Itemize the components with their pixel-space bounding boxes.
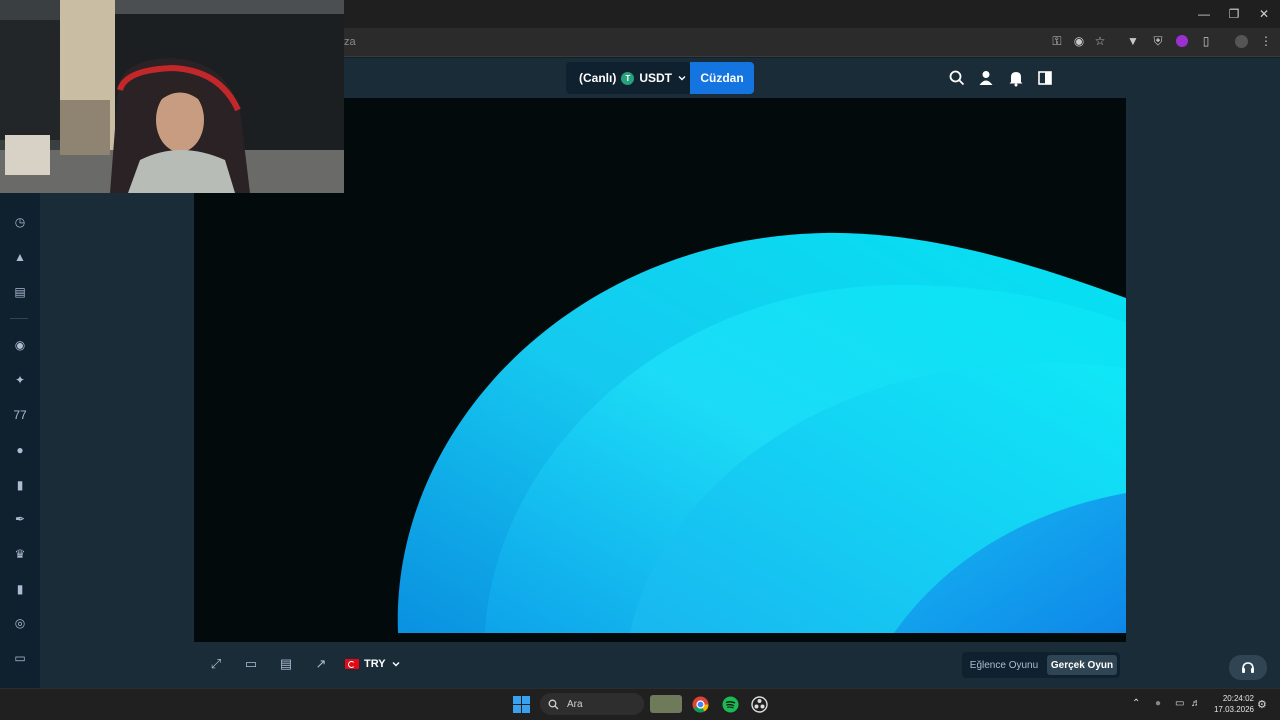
gift-icon[interactable]: ▭ <box>12 650 28 666</box>
crown-icon[interactable]: ♛ <box>12 546 28 562</box>
taskbar-clock[interactable]: 20:24:02 17.03.2026 <box>1206 693 1254 715</box>
shield-icon[interactable]: ⛨ <box>1150 33 1166 49</box>
sidebar-toggle-icon[interactable] <box>1036 69 1054 87</box>
tray-chevron-icon[interactable]: ⌃ <box>1132 698 1140 709</box>
sevens-icon[interactable]: 77 <box>12 407 28 423</box>
close-icon[interactable]: ✕ <box>1256 6 1272 22</box>
shirt-icon[interactable]: ▮ <box>12 477 28 493</box>
key-icon[interactable]: ⚿ <box>1049 33 1065 49</box>
document-icon[interactable]: ▤ <box>12 284 28 300</box>
search-highlight-icon[interactable] <box>650 695 682 713</box>
search-icon[interactable] <box>948 69 966 87</box>
balance-label: (Canlı) <box>579 71 617 85</box>
balance-currency: USDT <box>639 71 673 85</box>
microphone-icon[interactable]: ● <box>1155 698 1161 709</box>
fire-icon[interactable]: ● <box>12 442 28 458</box>
obs-icon[interactable] <box>751 696 768 713</box>
user-icon[interactable] <box>977 69 995 87</box>
sparkle-icon[interactable]: ✦ <box>12 372 28 388</box>
chrome-icon[interactable] <box>692 696 709 713</box>
real-mode-button[interactable]: Gerçek Oyun <box>1047 655 1117 675</box>
extension-icon[interactable]: ▼ <box>1125 33 1141 49</box>
clock-date: 17.03.2026 <box>1213 705 1254 714</box>
lifebuoy-icon[interactable]: ◎ <box>12 615 28 631</box>
pen-icon[interactable]: ✒ <box>12 511 28 527</box>
battery-icon[interactable]: ▮ <box>12 581 28 597</box>
puzzle-icon[interactable]: ▯ <box>1198 33 1214 49</box>
webcam-overlay <box>0 0 344 193</box>
right-panel <box>1126 98 1280 688</box>
cone-icon[interactable]: ▲ <box>12 249 28 265</box>
turkey-flag-icon <box>345 659 359 669</box>
search-label: Ara <box>567 698 583 710</box>
headset-icon <box>1242 661 1254 673</box>
currency-label: TRY <box>364 658 386 670</box>
divider <box>10 318 28 319</box>
address-bar[interactable]: za <box>300 31 1110 53</box>
fun-mode-button[interactable]: Eğlence Oyunu <box>966 655 1042 675</box>
webcam-feed-image <box>0 0 344 193</box>
minimize-icon[interactable]: — <box>1196 6 1212 22</box>
stats-icon[interactable]: ▤ <box>278 656 294 672</box>
star-icon[interactable]: ☆ <box>1092 33 1108 49</box>
popout-icon[interactable]: ↗ <box>313 656 329 672</box>
eye-off-icon[interactable]: ◉ <box>1071 33 1087 49</box>
balance-selector[interactable]: (Canlı) T USDT <box>566 62 690 94</box>
casino-chip-icon[interactable]: ◉ <box>12 337 28 353</box>
restore-icon[interactable]: ❐ <box>1226 6 1242 22</box>
spotify-icon[interactable] <box>722 696 739 713</box>
extension-icon[interactable] <box>1174 33 1190 49</box>
clock-time: 20:24:02 <box>1222 694 1254 703</box>
bell-icon[interactable] <box>1007 69 1025 87</box>
windows-start-icon[interactable] <box>513 696 530 713</box>
clock-icon[interactable]: ◷ <box>12 214 28 230</box>
wallet-button[interactable]: Cüzdan <box>690 62 754 94</box>
network-icon[interactable]: ▭ <box>1175 698 1184 709</box>
menu-icon[interactable]: ⋮ <box>1258 33 1274 49</box>
chevron-down-icon <box>392 662 400 667</box>
currency-select[interactable]: TRY <box>345 656 401 672</box>
search-icon <box>548 699 559 709</box>
usdt-coin-icon: T <box>621 71 635 85</box>
taskbar-search[interactable]: Ara <box>540 693 644 715</box>
theatre-mode-icon[interactable]: ▭ <box>243 656 259 672</box>
profile-icon[interactable] <box>1233 33 1249 49</box>
chevron-down-icon <box>678 76 686 81</box>
fullscreen-icon[interactable]: ⤢ <box>208 656 224 672</box>
support-button[interactable] <box>1229 655 1267 680</box>
volume-icon[interactable]: ♬ <box>1191 698 1201 709</box>
notification-icon[interactable]: ⚙ <box>1257 698 1267 711</box>
